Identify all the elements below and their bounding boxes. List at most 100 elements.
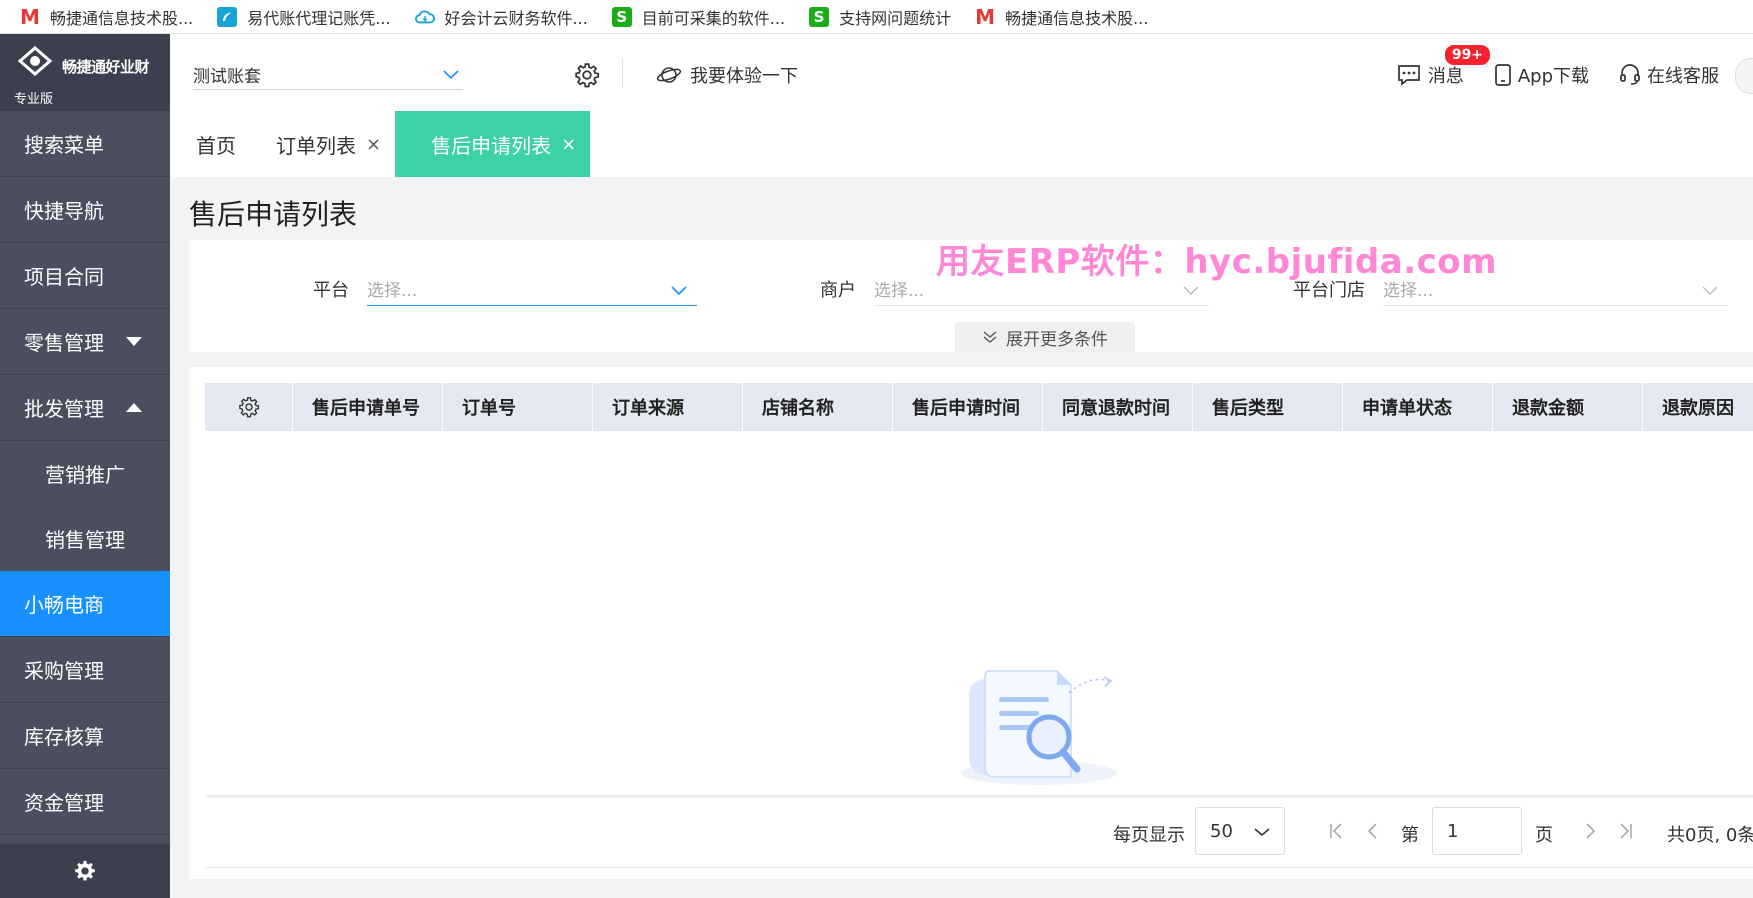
- next-page-icon[interactable]: [1581, 821, 1599, 841]
- close-icon[interactable]: ×: [561, 134, 576, 155]
- nav-search-menu[interactable]: 搜索菜单: [0, 111, 170, 177]
- column-header[interactable]: 订单来源: [593, 383, 743, 431]
- tab-order-list[interactable]: 订单列表 ×: [250, 111, 395, 177]
- prev-page-icon[interactable]: [1364, 821, 1382, 841]
- m-logo-icon: M: [975, 4, 996, 29]
- message-count-badge: 99+: [1443, 44, 1492, 66]
- nav-label: 采购管理: [24, 659, 104, 683]
- bookmark-label: 好会计云财务软件...: [444, 8, 588, 28]
- bookmark-item[interactable]: S 支持网问题统计: [809, 5, 951, 29]
- app-download-label: App下载: [1517, 66, 1589, 87]
- column-header[interactable]: 订单号: [443, 383, 593, 431]
- nav-project-contract[interactable]: 项目合同: [0, 243, 170, 309]
- nav-quick-nav[interactable]: 快捷导航: [0, 177, 170, 243]
- first-page-icon[interactable]: [1327, 821, 1345, 841]
- nav-funds[interactable]: 资金管理: [0, 769, 170, 835]
- bookmark-label: 畅捷通信息技术股...: [1005, 8, 1149, 28]
- user-avatar[interactable]: [1735, 58, 1753, 94]
- bookmark-item[interactable]: M 畅捷通信息技术股...: [975, 5, 1148, 29]
- message-icon: [1397, 65, 1420, 86]
- page-title: 售后申请列表: [189, 198, 358, 231]
- column-header[interactable]: 店铺名称: [743, 383, 893, 431]
- brand-name: 畅捷通好业财: [62, 58, 150, 76]
- try-experience-link[interactable]: 我要体验一下: [656, 62, 798, 88]
- column-header[interactable]: 售后类型: [1193, 383, 1343, 431]
- top-header: 测试账套 我要体验一下 消息 99+ App下载 在线客服: [170, 34, 1753, 111]
- column-header[interactable]: 退款原因: [1643, 383, 1753, 431]
- messages-button[interactable]: 消息 99+: [1396, 44, 1492, 88]
- expand-label: 展开更多条件: [1006, 329, 1108, 350]
- tab-aftersale-list[interactable]: 售后申请列表 ×: [395, 111, 591, 177]
- s-sheet-icon: S: [611, 6, 632, 27]
- last-page-icon[interactable]: [1617, 821, 1635, 841]
- nav-label: 搜索菜单: [24, 133, 104, 157]
- table-panel: 售后申请单号 订单号 订单来源 店铺名称 售后申请时间 同意退款时间 售后类型 …: [189, 367, 1753, 879]
- bookmark-item[interactable]: S 目前可采集的软件...: [611, 5, 785, 29]
- header-divider: [622, 58, 623, 88]
- platform-select[interactable]: 选择...: [367, 272, 697, 306]
- page-suffix: 页: [1535, 825, 1553, 846]
- nav-ecommerce[interactable]: 小畅电商: [0, 571, 170, 637]
- total-count: 共0页, 0条: [1667, 825, 1753, 846]
- tab-home[interactable]: 首页: [170, 111, 250, 177]
- caret-down-icon: [126, 337, 142, 346]
- app-download-button[interactable]: App下载: [1494, 62, 1589, 88]
- s-sheet-icon: S: [809, 6, 830, 27]
- nav-wholesale[interactable]: 批发管理: [0, 375, 170, 441]
- nav-label: 零售管理: [24, 331, 104, 355]
- page-number-value: 1: [1447, 820, 1459, 842]
- double-chevron-down-icon: [983, 331, 997, 343]
- sidebar-settings[interactable]: [0, 844, 170, 898]
- close-icon[interactable]: ×: [366, 134, 381, 155]
- nav-purchase[interactable]: 采购管理: [0, 637, 170, 703]
- table-header: 售后申请单号 订单号 订单来源 店铺名称 售后申请时间 同意退款时间 售后类型 …: [205, 383, 1753, 431]
- column-header[interactable]: 售后申请单号: [293, 383, 443, 431]
- nav-sales[interactable]: 销售管理: [0, 506, 170, 571]
- brand-logo-icon: [17, 46, 53, 76]
- column-header[interactable]: 售后申请时间: [893, 383, 1043, 431]
- header-tools: 消息 99+ App下载 在线客服: [1366, 44, 1719, 88]
- platform-label: 平台: [313, 280, 349, 301]
- column-header[interactable]: 申请单状态: [1343, 383, 1493, 431]
- column-header[interactable]: 退款金额: [1493, 383, 1643, 431]
- planet-icon: [656, 67, 682, 83]
- experience-label: 我要体验一下: [690, 66, 798, 87]
- bookmark-item[interactable]: M 畅捷通信息技术股...: [20, 5, 193, 29]
- bookmark-item[interactable]: 好会计云财务软件...: [414, 5, 588, 29]
- page-size-value: 50: [1210, 820, 1233, 842]
- nav-label: 销售管理: [45, 528, 125, 552]
- caret-up-icon: [126, 403, 142, 412]
- nav-inventory[interactable]: 库存核算: [0, 703, 170, 769]
- sidebar: 畅捷通好业财 专业版 搜索菜单 快捷导航 项目合同 零售管理 批发管理 营销推广…: [0, 34, 170, 898]
- chevron-down-icon: [443, 70, 459, 80]
- bookmark-item[interactable]: 易代账代理记账凭...: [217, 5, 391, 29]
- headset-icon: [1620, 64, 1640, 85]
- tab-label: 订单列表: [276, 133, 356, 158]
- chevron-down-icon: [671, 286, 687, 296]
- mobile-phone-icon: [1494, 64, 1511, 86]
- chevron-down-icon: [1183, 286, 1199, 295]
- pagination: 每页显示 50 第 1 页 共0页, 0条: [189, 807, 1753, 857]
- online-service-button[interactable]: 在线客服: [1619, 62, 1719, 88]
- page-size-select[interactable]: 50: [1195, 807, 1285, 855]
- nav-marketing[interactable]: 营销推广: [0, 441, 170, 506]
- nav-label: 批发管理: [24, 397, 104, 421]
- nav-label: 小畅电商: [24, 593, 104, 617]
- page-number-input[interactable]: 1: [1432, 807, 1522, 855]
- nav-retail[interactable]: 零售管理: [0, 309, 170, 375]
- tab-label: 售后申请列表: [431, 133, 552, 158]
- column-header[interactable]: 同意退款时间: [1043, 383, 1193, 431]
- nav-label: 资金管理: [24, 791, 104, 815]
- merchant-label: 商户: [820, 280, 856, 301]
- watermark-text: 用友ERP软件：hyc.bjufida.com: [936, 242, 1498, 282]
- table-scroll-track[interactable]: [205, 795, 1753, 798]
- yidaizhang-icon: [217, 6, 238, 27]
- app-logo[interactable]: 畅捷通好业财 专业版: [0, 34, 170, 111]
- column-settings[interactable]: [205, 383, 293, 431]
- expand-filters-button[interactable]: 展开更多条件: [955, 322, 1135, 352]
- settings-gear-icon[interactable]: [574, 62, 600, 88]
- cloud-icon: [414, 7, 435, 27]
- gear-icon: [238, 397, 259, 418]
- account-select[interactable]: 测试账套: [193, 60, 463, 90]
- chevron-down-icon: [1702, 286, 1718, 295]
